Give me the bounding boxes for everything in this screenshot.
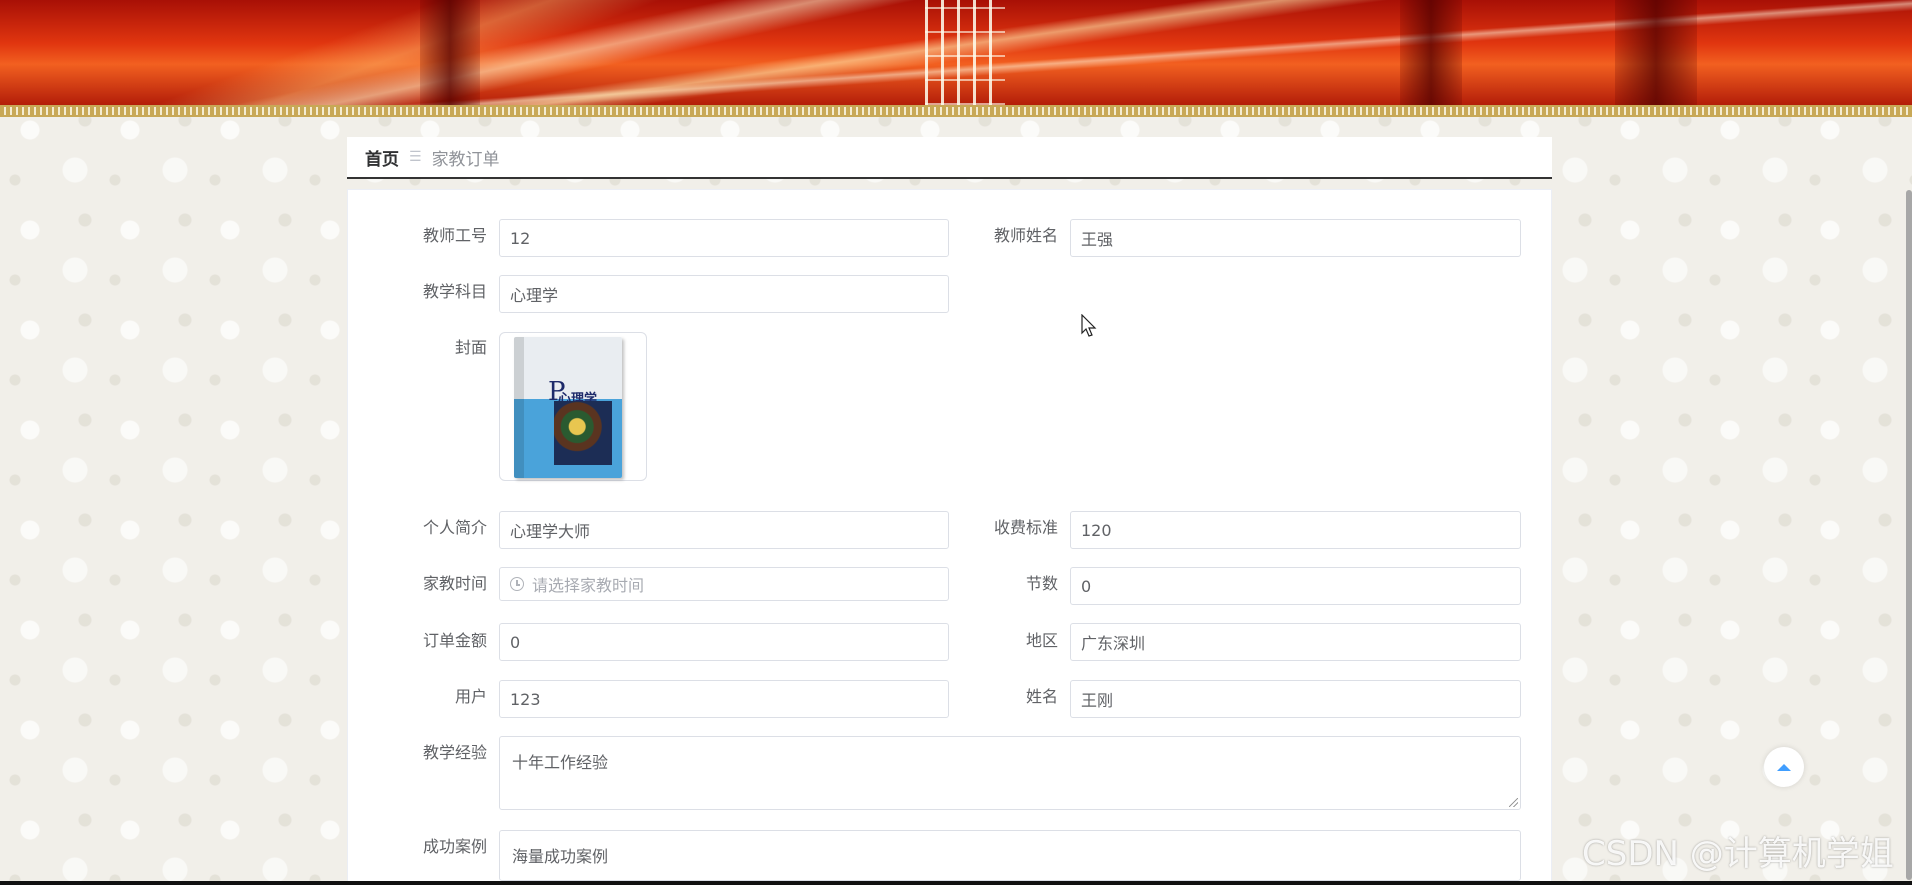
tutor-time-picker[interactable]: 请选择家教时间	[499, 567, 949, 601]
teacher-id-label: 教师工号	[422, 226, 487, 245]
name-label: 姓名	[1025, 687, 1058, 706]
caret-up-icon	[1777, 763, 1791, 771]
resize-handle-icon[interactable]	[1509, 798, 1518, 807]
sessions-input[interactable]: 0	[1070, 567, 1521, 605]
breadcrumb-current: 家教订单	[431, 149, 500, 170]
cover-book-image: P 心理学	[514, 337, 622, 478]
fee-input[interactable]: 120	[1070, 511, 1521, 549]
intro-input[interactable]: 心理学大师	[499, 511, 949, 549]
page-scrollbar[interactable]	[1906, 190, 1912, 880]
decorative-border	[0, 105, 1912, 117]
experience-label: 教学经验	[422, 743, 487, 762]
back-to-top-button[interactable]	[1764, 747, 1804, 787]
bottom-edge	[0, 881, 1912, 885]
user-input[interactable]: 123	[499, 680, 949, 718]
banner-pillar	[1400, 0, 1462, 107]
banner-pillar	[420, 0, 480, 107]
cases-label: 成功案例	[422, 837, 487, 856]
teacher-name-label: 教师姓名	[993, 226, 1058, 245]
fee-label: 收费标准	[993, 518, 1058, 537]
teacher-id-input[interactable]: 12	[499, 219, 949, 257]
watermark-text: CSDN @计算机学姐	[1582, 834, 1894, 874]
cover-label: 封面	[454, 338, 487, 357]
subject-input[interactable]: 心理学	[499, 275, 949, 313]
banner-pillar	[1615, 0, 1697, 107]
banner-lantern	[925, 0, 1005, 105]
name-input[interactable]: 王刚	[1070, 680, 1521, 718]
cover-image-upload[interactable]: P 心理学	[499, 332, 647, 481]
experience-text: 十年工作经验	[512, 753, 609, 772]
intro-label: 个人简介	[422, 518, 487, 537]
user-label: 用户	[454, 687, 487, 706]
subject-label: 教学科目	[422, 282, 487, 301]
experience-textarea[interactable]: 十年工作经验	[499, 736, 1521, 810]
region-label: 地区	[1025, 631, 1058, 650]
header-banner	[0, 0, 1912, 107]
order-amount-label: 订单金额	[422, 631, 487, 650]
sessions-label: 节数	[1025, 574, 1058, 593]
cases-textarea[interactable]: 海量成功案例	[499, 830, 1521, 881]
breadcrumb-separator-icon: ☰	[409, 149, 422, 165]
teacher-name-input[interactable]: 王强	[1070, 219, 1521, 257]
order-amount-input[interactable]: 0	[499, 623, 949, 661]
breadcrumb: 首页 ☰ 家教订单	[347, 137, 1552, 179]
region-input[interactable]: 广东深圳	[1070, 623, 1521, 661]
clock-icon	[510, 577, 524, 591]
cases-text: 海量成功案例	[512, 847, 609, 866]
tutor-time-label: 家教时间	[422, 574, 487, 593]
tutor-time-placeholder: 请选择家教时间	[532, 576, 645, 595]
breadcrumb-home-link[interactable]: 首页	[365, 145, 399, 170]
